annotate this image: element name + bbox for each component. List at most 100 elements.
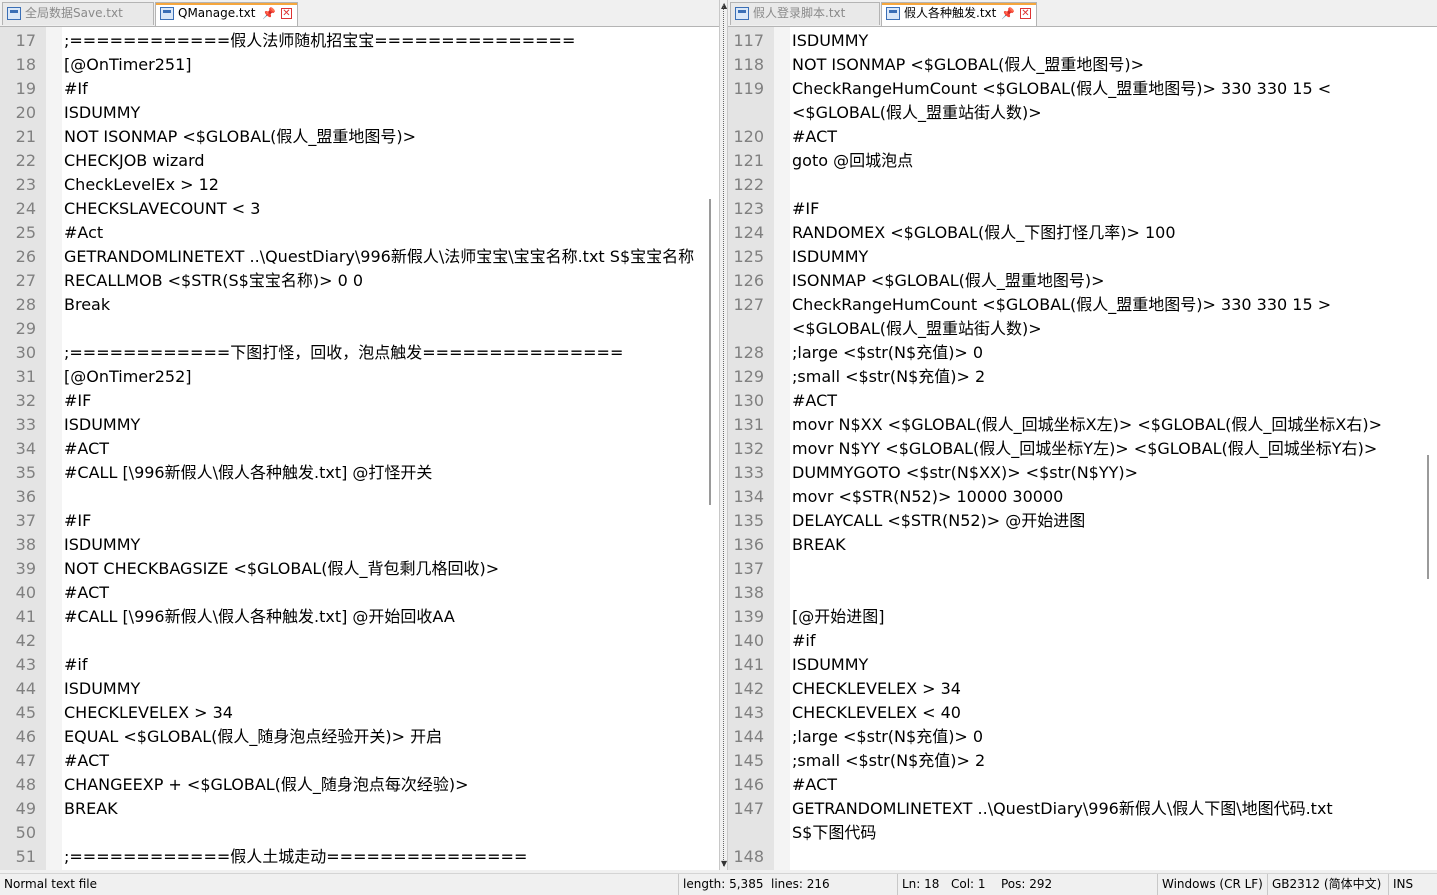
line-number: 28 — [15, 295, 36, 314]
line-number: 134 — [733, 487, 764, 506]
line-number: 23 — [15, 175, 36, 194]
code-line: 127 CheckRangeHumCount <$GLOBAL(假人_盟重地图号)… — [728, 293, 1420, 341]
line-text: ;============假人土城走动=============== — [64, 847, 528, 866]
code-line: 128 ;large <$str(N$充值)> 0 — [728, 341, 1420, 365]
code-line: 30 ;============下图打怪，回收，泡点触发=============… — [0, 341, 700, 365]
code-line: 118 NOT ISONMAP <$GLOBAL(假人_盟重地图号)> — [728, 53, 1420, 77]
line-number: 132 — [733, 439, 764, 458]
line-text: CheckLevelEx > 12 — [64, 175, 219, 194]
line-number: 133 — [733, 463, 764, 482]
line-number: 24 — [15, 199, 36, 218]
line-number: 29 — [15, 319, 36, 338]
line-number: 126 — [733, 271, 764, 290]
splitter-down-arrow-icon[interactable]: ▼ — [721, 860, 727, 868]
right-vertical-scrollbar[interactable] — [1420, 27, 1437, 870]
code-line: 51 ;============假人土城走动=============== — [0, 845, 700, 869]
line-number: 31 — [15, 367, 36, 386]
line-text: #if — [792, 631, 816, 650]
line-text: #ACT — [792, 127, 838, 146]
line-text: ISDUMMY — [64, 679, 141, 698]
code-line: 47 #ACT — [0, 749, 700, 773]
code-line: 28 Break — [0, 293, 700, 317]
line-text: #ACT — [792, 391, 838, 410]
line-text: ISDUMMY — [64, 415, 141, 434]
line-text: ISONMAP <$GLOBAL(假人_盟重地图号)> — [792, 271, 1105, 290]
pin-icon[interactable]: 📌 — [262, 3, 276, 24]
file-icon — [886, 7, 900, 20]
code-line: 25 #Act — [0, 221, 700, 245]
code-line: 37 #IF — [0, 509, 700, 533]
line-text: #IF — [64, 391, 92, 410]
line-text: CheckRangeHumCount <$GLOBAL(假人_盟重地图号)> 3… — [792, 295, 1332, 338]
line-text: CHECKLEVELEX > 34 — [64, 703, 233, 722]
code-line: 41 #CALL [\996新假人\假人各种触发.txt] @开始回收AA — [0, 605, 700, 629]
line-number: 22 — [15, 151, 36, 170]
code-line: 135 DELAYCALL <$STR(N52)> @开始进图 — [728, 509, 1420, 533]
code-line: 46 EQUAL <$GLOBAL(假人_随身泡点经验开关)> 开启 — [0, 725, 700, 749]
left-tab-bar: 全局数据Save.txt QManage.txt 📌 ✕ — [0, 0, 719, 27]
tab-triggers[interactable]: 假人各种触发.txt 📌 ✕ — [881, 2, 1037, 26]
line-number: 119 — [733, 79, 764, 98]
tab-label: 全局数据Save.txt — [25, 6, 123, 20]
code-line: 44 ISDUMMY — [0, 677, 700, 701]
line-number: 127 — [733, 295, 764, 314]
line-number: 41 — [15, 607, 36, 626]
line-number: 38 — [15, 535, 36, 554]
tab-quanju-save[interactable]: 全局数据Save.txt — [2, 2, 154, 25]
line-number: 121 — [733, 151, 764, 170]
line-number: 44 — [15, 679, 36, 698]
line-text: RANDOMEX <$GLOBAL(假人_下图打怪几率)> 100 — [792, 223, 1176, 242]
tab-qmanage[interactable]: QManage.txt 📌 ✕ — [155, 2, 298, 26]
line-number: 27 — [15, 271, 36, 290]
line-text: #ACT — [64, 583, 110, 602]
code-line: 142 CHECKLEVELEX > 34 — [728, 677, 1420, 701]
line-text: goto @回城泡点 — [792, 151, 914, 170]
tab-login-script[interactable]: 假人登录脚本.txt — [730, 2, 880, 25]
line-number: 131 — [733, 415, 764, 434]
line-number: 49 — [15, 799, 36, 818]
line-text: CHECKSLAVECOUNT < 3 — [64, 199, 261, 218]
splitter-dots — [723, 4, 725, 866]
left-scrollbar-thumb[interactable] — [709, 199, 711, 505]
code-line: 33 ISDUMMY — [0, 413, 700, 437]
line-number: 140 — [733, 631, 764, 650]
line-number: 48 — [15, 775, 36, 794]
line-text: #ACT — [64, 439, 110, 458]
close-tab-icon[interactable]: ✕ — [281, 8, 292, 19]
right-scrollbar-thumb[interactable] — [1427, 455, 1429, 579]
line-text: ;large <$str(N$充值)> 0 — [792, 727, 984, 746]
code-line: 48 CHANGEEXP + <$GLOBAL(假人_随身泡点每次经验)> — [0, 773, 700, 797]
line-text: GETRANDOMLINETEXT ..\QuestDiary\996新假人\法… — [64, 247, 695, 266]
code-line: 32 #IF — [0, 389, 700, 413]
line-text: ;============假人法师随机招宝宝=============== — [64, 31, 576, 50]
right-text-editor[interactable]: 117 ISDUMMY 118 NOT ISONMAP <$GLOBAL(假人_盟重地… — [728, 27, 1437, 870]
line-number: 26 — [15, 247, 36, 266]
line-text: [@开始进图] — [792, 607, 885, 626]
code-line: 124 RANDOMEX <$GLOBAL(假人_下图打怪几率)> 100 — [728, 221, 1420, 245]
pin-icon[interactable]: 📌 — [1001, 3, 1015, 24]
line-text: DELAYCALL <$STR(N52)> @开始进图 — [792, 511, 1086, 530]
code-line: 143 CHECKLEVELEX < 40 — [728, 701, 1420, 725]
pane-splitter[interactable]: ▲ ▼ — [719, 0, 728, 870]
status-insert-mode[interactable]: INS — [1388, 874, 1413, 895]
status-encoding[interactable]: GB2312 (简体中文) — [1267, 874, 1381, 895]
code-line: 140 #if — [728, 629, 1420, 653]
left-vertical-scrollbar[interactable] — [702, 27, 719, 870]
code-line: 40 #ACT — [0, 581, 700, 605]
code-line: 43 #if — [0, 653, 700, 677]
status-eol[interactable]: Windows (CR LF) — [1157, 874, 1263, 895]
code-line: 36 — [0, 485, 700, 509]
line-text: #ACT — [792, 775, 838, 794]
code-line: 139 [@开始进图] — [728, 605, 1420, 629]
code-line: 131 movr N$XX <$GLOBAL(假人_回城坐标X左)> <$GLOB… — [728, 413, 1420, 437]
line-text: [@OnTimer251] — [64, 55, 192, 74]
close-tab-icon[interactable]: ✕ — [1020, 8, 1031, 19]
line-number: 135 — [733, 511, 764, 530]
code-line: 49 BREAK — [0, 797, 700, 821]
line-text: NOT ISONMAP <$GLOBAL(假人_盟重地图号)> — [792, 55, 1144, 74]
right-text-lines: 117 ISDUMMY 118 NOT ISONMAP <$GLOBAL(假人_盟重地… — [728, 29, 1420, 869]
line-text: CHECKLEVELEX > 34 — [792, 679, 961, 698]
line-number: 130 — [733, 391, 764, 410]
line-number: 37 — [15, 511, 36, 530]
left-text-editor[interactable]: 17 ;============假人法师随机招宝宝=============== 1… — [0, 27, 719, 870]
